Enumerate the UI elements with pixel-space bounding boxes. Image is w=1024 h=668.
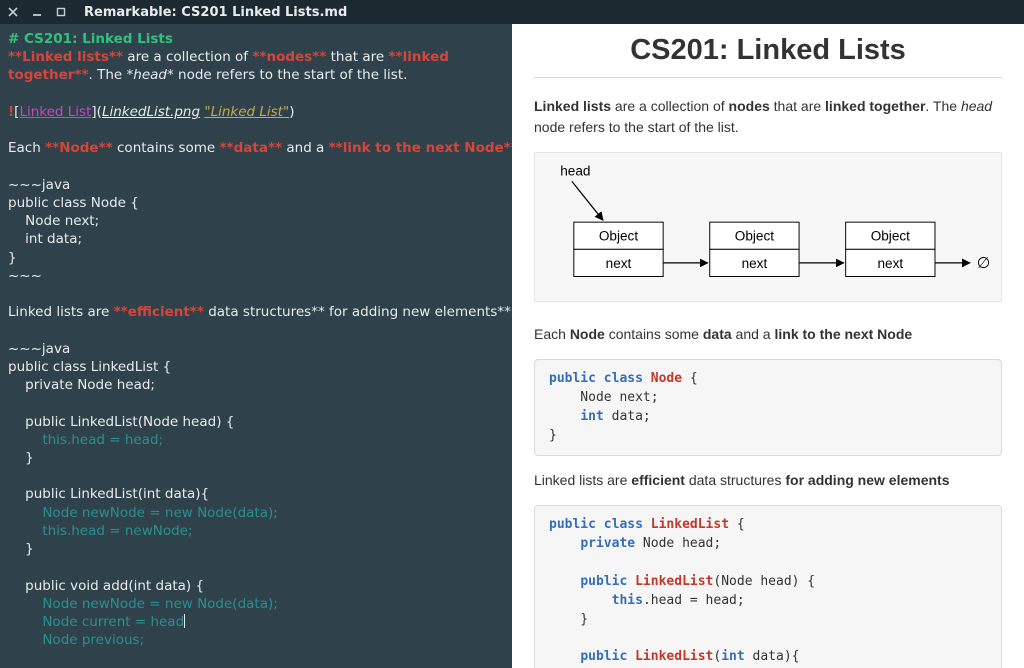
- window-controls: [8, 7, 66, 17]
- svg-text:Object: Object: [871, 229, 910, 244]
- linked-list-diagram: head Object next Object next: [534, 152, 1002, 302]
- svg-text:next: next: [606, 256, 632, 271]
- markdown-preview: CS201: Linked Lists Linked lists are a c…: [512, 24, 1024, 668]
- preview-code-block-2: public class LinkedList { private Node h…: [534, 505, 1002, 668]
- preview-paragraph-2: Each Node contains some data and a link …: [534, 324, 1002, 345]
- svg-text:Object: Object: [599, 229, 638, 244]
- close-icon[interactable]: [8, 7, 18, 17]
- preview-paragraph-3: Linked lists are efficient data structur…: [534, 470, 1002, 491]
- svg-text:Object: Object: [735, 229, 774, 244]
- diagram-head-label: head: [560, 164, 590, 179]
- preview-paragraph-1: Linked lists are a collection of nodes t…: [534, 96, 1002, 138]
- preview-heading: CS201: Linked Lists: [534, 34, 1002, 78]
- svg-text:next: next: [742, 256, 768, 271]
- title-bar: Remarkable: CS201 Linked Lists.md: [0, 0, 1024, 24]
- null-glyph: ∅: [977, 255, 991, 272]
- workspace: # CS201: Linked Lists **Linked lists** a…: [0, 24, 1024, 668]
- svg-text:next: next: [877, 256, 903, 271]
- text-cursor: [184, 614, 185, 628]
- window-title: Remarkable: CS201 Linked Lists.md: [84, 5, 347, 20]
- preview-code-block-1: public class Node { Node next; int data;…: [534, 359, 1002, 456]
- markdown-editor[interactable]: # CS201: Linked Lists **Linked lists** a…: [0, 24, 512, 668]
- editor-heading: # CS201: Linked Lists: [8, 31, 173, 47]
- maximize-icon[interactable]: [56, 7, 66, 17]
- minimize-icon[interactable]: [32, 7, 42, 17]
